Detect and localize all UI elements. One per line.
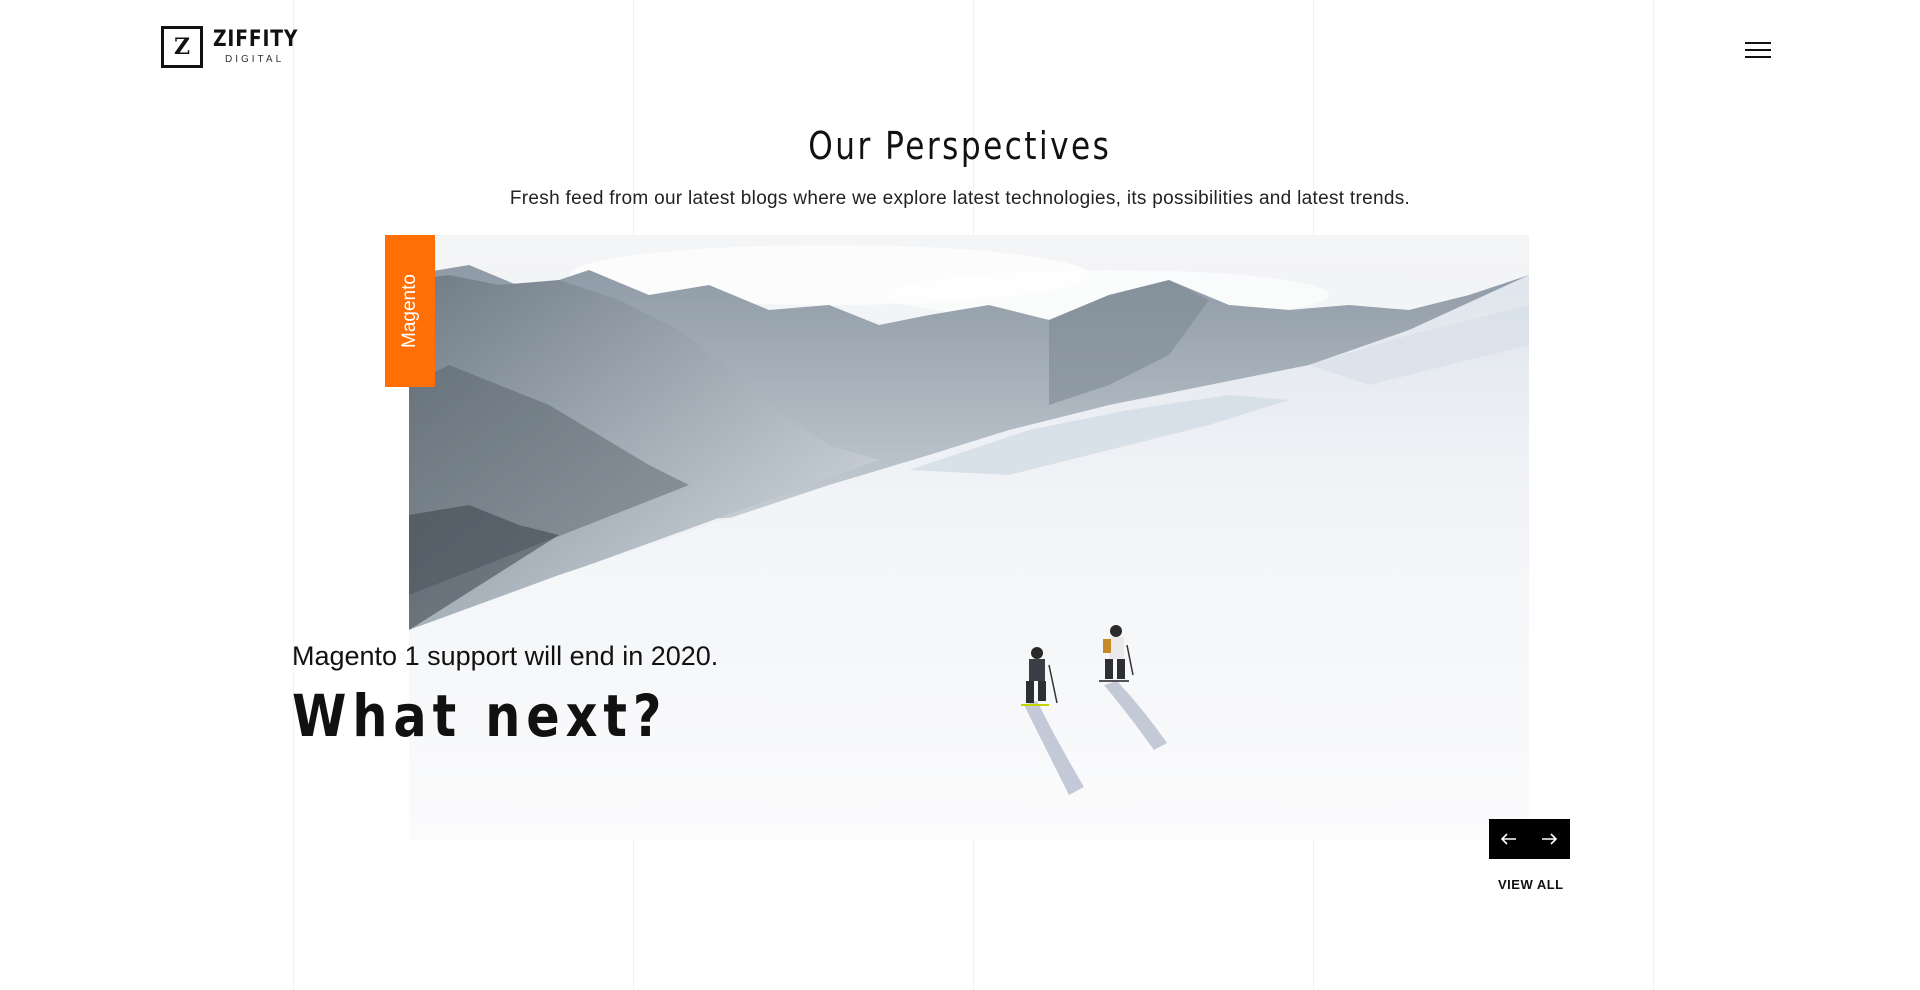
logo-subtitle: DIGITAL — [225, 54, 285, 65]
arrow-left-icon — [1501, 833, 1516, 845]
hamburger-menu-icon[interactable] — [1745, 40, 1771, 60]
post-title[interactable]: What next? — [292, 682, 667, 750]
arrow-right-icon — [1542, 833, 1557, 845]
menu-line — [1745, 42, 1771, 44]
section-title-text: Our Perspectives — [808, 124, 1112, 168]
section-title: Our Perspectives — [0, 124, 1920, 168]
logo-name: ZIFFITY — [213, 27, 299, 52]
menu-line — [1745, 49, 1771, 51]
logo-mark: Z — [161, 26, 203, 68]
ziffity-logo[interactable]: Z ZIFFITY DIGITAL — [161, 26, 313, 68]
prev-slide-button[interactable] — [1489, 819, 1529, 859]
slider-controls — [1489, 819, 1570, 859]
category-tag[interactable]: Magento — [385, 235, 435, 387]
menu-line — [1745, 56, 1771, 58]
category-label: Magento — [399, 274, 421, 348]
section-subtitle: Fresh feed from our latest blogs where w… — [509, 188, 1411, 209]
page: Z ZIFFITY DIGITAL Our Perspectives Fresh… — [0, 0, 1920, 990]
logo-text: ZIFFITY DIGITAL — [213, 29, 313, 65]
next-slide-button[interactable] — [1529, 819, 1569, 859]
view-all-link[interactable]: VIEW ALL — [1498, 877, 1564, 892]
post-kicker[interactable]: Magento 1 support will end in 2020. — [292, 641, 718, 672]
